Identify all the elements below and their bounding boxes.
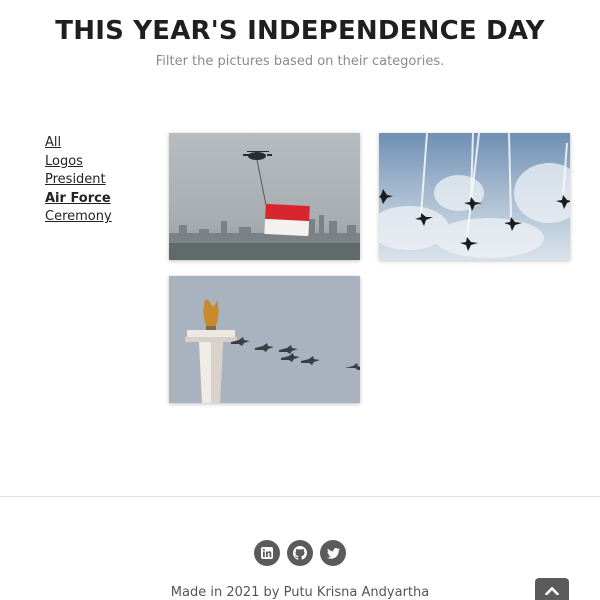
footer-credit: Made in 2021 by Putu Krisna Andyartha [170,585,430,600]
gallery-photo-helicopter-flag[interactable] [169,133,360,260]
github-icon [293,546,307,560]
chevron-up-icon [545,586,559,595]
linkedin-link[interactable] [254,540,280,566]
gallery-photo-monument-jets[interactable] [169,276,360,403]
page: THIS YEAR'S INDEPENDENCE DAY Filter the … [0,0,600,600]
filter-air-force[interactable]: Air Force [45,190,112,209]
page-subtitle: Filter the pictures based on their categ… [155,54,445,69]
social-links [0,540,600,566]
filter-logos[interactable]: Logos [45,153,112,172]
twitter-link[interactable] [320,540,346,566]
filter-president[interactable]: President [45,171,112,190]
back-to-top-button[interactable] [535,578,569,600]
jet-formation-image [379,133,570,260]
category-filter-list: All Logos President Air Force Ceremony [45,134,112,227]
footer-divider [0,496,600,497]
filter-ceremony[interactable]: Ceremony [45,208,112,227]
monument-jets-image [169,276,360,403]
twitter-icon [326,547,340,559]
linkedin-icon [261,547,273,559]
helicopter-flag-image [169,133,360,260]
page-title: THIS YEAR'S INDEPENDENCE DAY [55,16,545,46]
github-link[interactable] [287,540,313,566]
filter-all[interactable]: All [45,134,112,153]
gallery-photo-jet-formation[interactable] [379,133,570,260]
